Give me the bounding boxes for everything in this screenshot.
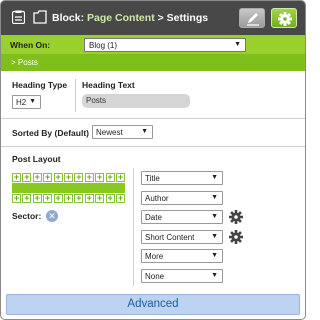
sorted-by-label: Sorted By (Default) (12, 128, 89, 138)
remove-sector-button[interactable]: ✕ (46, 210, 58, 222)
grid-add-cell[interactable]: + (74, 173, 84, 182)
divider-1 (1, 118, 305, 119)
block-name-link[interactable]: Page Content (87, 12, 155, 24)
heading-type-value: H2 (16, 98, 27, 107)
grid-add-cell[interactable]: + (105, 194, 115, 203)
edit-button[interactable] (239, 8, 265, 28)
sorted-by-value: Newest (96, 128, 123, 137)
grid-add-cell[interactable]: + (22, 194, 32, 203)
grid-add-cell[interactable]: + (84, 173, 94, 182)
grid-add-cell[interactable]: + (53, 194, 63, 203)
grid-add-cell[interactable]: + (43, 194, 53, 203)
chevron-down-icon: ▼ (211, 252, 218, 260)
grid-add-cell[interactable]: + (116, 194, 125, 203)
grid-bottom-row: + + + + + + + + + + + (12, 194, 125, 203)
grid-add-cell[interactable]: + (64, 173, 73, 182)
section-arrow: > (11, 58, 16, 67)
chevron-down-icon: ▼ (29, 98, 36, 105)
grid-add-cell[interactable]: + (74, 194, 84, 203)
block-icon (33, 10, 47, 24)
block-settings-panel: Block: Page Content > Settings When On: … (0, 0, 306, 320)
grid-add-cell[interactable]: + (64, 194, 73, 203)
when-on-select[interactable]: Blog (1) ▼ (84, 38, 246, 52)
grid-add-cell[interactable]: + (95, 173, 105, 182)
grid-add-cell[interactable]: + (116, 173, 125, 182)
heading-type-select[interactable]: H2 ▼ (12, 95, 41, 109)
grid-add-cell[interactable]: + (43, 173, 53, 182)
posts-section-bar[interactable]: > Posts (1, 54, 305, 71)
field-settings-gear-icon[interactable] (229, 229, 243, 244)
layout-field-value: Title (145, 174, 160, 183)
chevron-down-icon: ▼ (211, 174, 218, 181)
heading-text-input[interactable]: Posts (82, 94, 190, 108)
post-layout-label: Post Layout (12, 154, 61, 164)
sorted-by-select[interactable]: Newest ▼ (92, 125, 153, 139)
heading-divider (75, 79, 76, 112)
close-icon: ✕ (48, 211, 56, 221)
grid-add-cell[interactable]: + (53, 173, 63, 182)
grid-add-cell[interactable]: + (84, 194, 94, 203)
when-on-bar: When On: Blog (1) ▼ (1, 35, 305, 54)
layout-field-value: Date (145, 213, 162, 223)
gear-icon (278, 12, 292, 26)
panel-title: Block: Page Content > Settings (52, 12, 208, 24)
heading-text-label: Heading Text (82, 80, 135, 90)
title-prefix: Block: (52, 12, 85, 24)
layout-field-select[interactable]: Author ▼ (141, 190, 223, 205)
layout-field-select[interactable]: Short Content ▼ (141, 229, 223, 244)
field-settings-gear-icon[interactable] (229, 210, 243, 225)
layout-grid[interactable]: + + + + + + + + + + + + + + + + + + + + + + (12, 173, 125, 203)
grid-add-cell[interactable]: + (105, 173, 115, 182)
chevron-down-icon: ▼ (211, 232, 218, 240)
panel-header: Block: Page Content > Settings (1, 1, 305, 35)
when-on-value: Blog (1) (89, 41, 118, 50)
grid-top-row: + + + + + + + + + + + (12, 173, 125, 182)
layout-field-value: More (145, 252, 164, 262)
chevron-down-icon: ▼ (211, 272, 218, 279)
chevron-down-icon: ▼ (234, 41, 241, 48)
layout-divider (133, 168, 134, 286)
divider-2 (1, 146, 305, 147)
section-title: Posts (17, 58, 38, 67)
grid-add-cell[interactable]: + (12, 194, 21, 203)
chevron-down-icon: ▼ (211, 193, 218, 201)
grid-active-bar[interactable] (12, 183, 125, 193)
layout-field-select[interactable]: Date ▼ (141, 210, 223, 225)
layout-field-value: Short Content (145, 232, 195, 242)
grid-add-cell[interactable]: + (32, 173, 42, 182)
clipboard-icon (11, 10, 26, 25)
chevron-down-icon: ▼ (141, 128, 148, 135)
grid-add-cell[interactable]: + (95, 194, 105, 203)
layout-field-select[interactable]: Title ▼ (141, 171, 223, 185)
heading-type-label: Heading Type (12, 80, 68, 90)
grid-add-cell[interactable]: + (12, 173, 21, 182)
sector-label: Sector: (12, 211, 42, 221)
layout-field-value: None (145, 272, 165, 281)
chevron-down-icon: ▼ (211, 213, 218, 221)
layout-field-select[interactable]: More ▼ (141, 249, 223, 264)
when-on-label: When On: (10, 40, 51, 50)
advanced-button[interactable]: Advanced (6, 294, 300, 315)
settings-button[interactable] (271, 8, 297, 28)
layout-field-select[interactable]: None ▼ (141, 269, 223, 283)
pencil-icon (247, 13, 259, 26)
layout-field-value: Author (145, 193, 169, 203)
grid-add-cell[interactable]: + (22, 173, 32, 182)
title-suffix: > Settings (157, 12, 209, 24)
grid-add-cell[interactable]: + (32, 194, 42, 203)
